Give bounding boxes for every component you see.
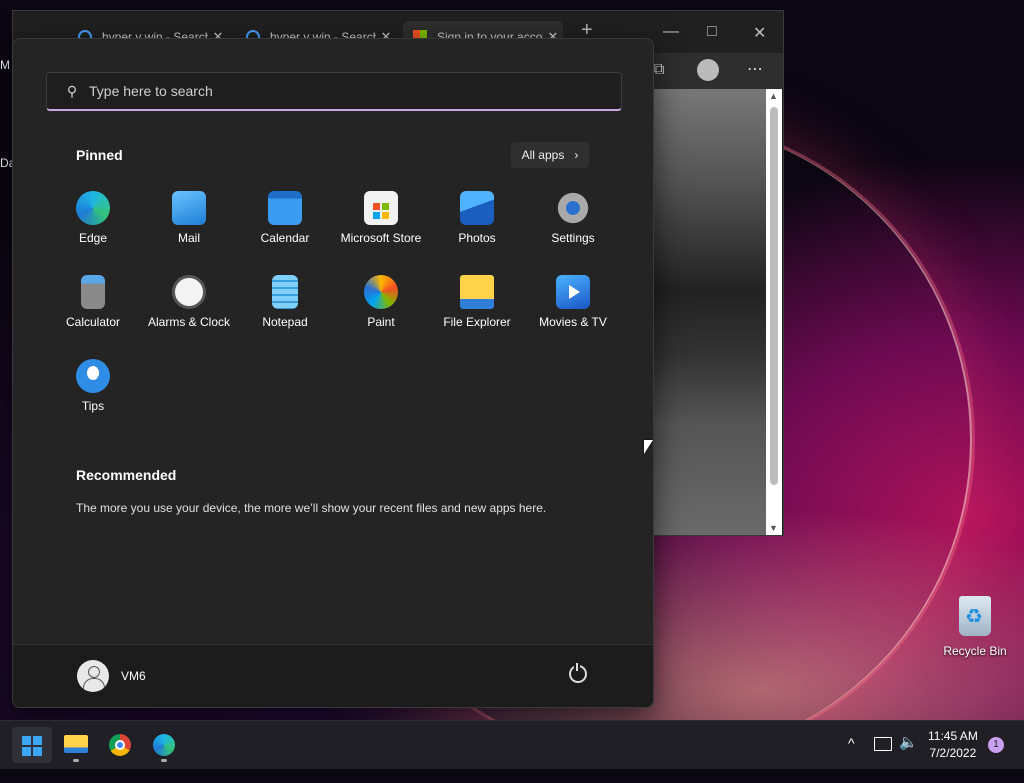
tips-icon: [76, 359, 110, 393]
edge-icon: [76, 191, 110, 225]
search-input[interactable]: [87, 82, 571, 100]
app-label: Calendar: [260, 231, 310, 245]
search-icon: ⚲: [66, 82, 78, 99]
pinned-app-movies-tv[interactable]: Movies & TV: [525, 261, 621, 333]
tray-chevron-icon[interactable]: ^: [848, 735, 855, 783]
profile-icon[interactable]: [697, 59, 719, 81]
start-menu: ⚲ Pinned All apps › Edge Mail Calendar M…: [12, 38, 654, 708]
start-menu-footer: VM6: [13, 644, 653, 707]
taskbar: ^ 🔈 11:45 AM 7/2/2022 1: [0, 720, 1024, 769]
app-label: Tips: [81, 399, 105, 413]
user-name: VM6: [121, 669, 146, 683]
pinned-app-photos[interactable]: Photos: [429, 177, 525, 249]
scroll-up-icon[interactable]: ▲: [769, 91, 778, 101]
close-window-icon[interactable]: ✕: [753, 23, 766, 43]
settings-icon: [556, 191, 590, 225]
clock-icon: [172, 275, 206, 309]
scrollbar-thumb[interactable]: [770, 107, 778, 485]
app-label: Edge: [78, 231, 108, 245]
clock-time: 11:45 AM: [928, 729, 978, 743]
clock-date: 7/2/2022: [929, 746, 977, 760]
maximize-icon[interactable]: □: [707, 23, 717, 41]
collections-icon[interactable]: ⧉: [653, 61, 664, 79]
pinned-app-microsoft-store[interactable]: Microsoft Store: [333, 177, 429, 249]
calendar-icon: [268, 191, 302, 225]
mouse-cursor-icon: [644, 440, 653, 454]
recycle-bin-shortcut[interactable]: Recycle Bin: [940, 596, 1010, 658]
taskbar-chrome[interactable]: [100, 727, 140, 763]
recycle-bin-label: Recycle Bin: [943, 644, 1007, 658]
desktop-edge-text: M: [0, 58, 10, 72]
network-icon[interactable]: [874, 737, 892, 751]
store-icon: [364, 191, 398, 225]
recommended-empty-text: The more you use your device, the more w…: [76, 501, 547, 515]
all-apps-label: All apps: [521, 148, 565, 162]
folder-icon: [460, 275, 494, 309]
pinned-app-alarms-clock[interactable]: Alarms & Clock: [141, 261, 237, 333]
app-label: Photos: [458, 231, 496, 245]
minimize-icon[interactable]: —: [663, 23, 679, 41]
app-label: Paint: [367, 315, 395, 329]
power-icon[interactable]: [569, 663, 587, 683]
taskbar-edge[interactable]: [144, 727, 184, 763]
recycle-bin-icon: [959, 596, 991, 636]
pinned-title: Pinned: [76, 147, 123, 163]
windows-logo-icon: [22, 736, 42, 756]
vertical-scrollbar[interactable]: ▲ ▼: [766, 89, 782, 535]
pinned-app-edge[interactable]: Edge: [45, 177, 141, 249]
app-label: Calculator: [65, 315, 121, 329]
edge-icon: [153, 734, 175, 756]
app-label: Notepad: [262, 315, 308, 329]
page-content-image: [654, 89, 766, 535]
all-apps-button[interactable]: All apps ›: [511, 142, 589, 168]
taskbar-file-explorer[interactable]: [56, 727, 96, 763]
scroll-down-icon[interactable]: ▼: [769, 523, 778, 533]
pinned-app-mail[interactable]: Mail: [141, 177, 237, 249]
mail-icon: [172, 191, 206, 225]
more-options-icon[interactable]: ⋯: [747, 59, 763, 79]
notepad-icon: [272, 275, 298, 309]
pinned-app-calculator[interactable]: Calculator: [45, 261, 141, 333]
chevron-right-icon: ›: [574, 148, 579, 162]
pinned-app-file-explorer[interactable]: File Explorer: [429, 261, 525, 333]
app-label: Microsoft Store: [340, 231, 422, 245]
paint-icon: [364, 275, 398, 309]
app-label: Alarms & Clock: [147, 315, 230, 329]
avatar: [77, 660, 109, 692]
pinned-app-paint[interactable]: Paint: [333, 261, 429, 333]
pinned-app-notepad[interactable]: Notepad: [237, 261, 333, 333]
calculator-icon: [81, 275, 105, 309]
user-account-button[interactable]: VM6: [77, 660, 146, 692]
app-label: File Explorer: [443, 315, 511, 329]
start-button[interactable]: [12, 727, 52, 763]
app-label: Movies & TV: [539, 315, 607, 329]
pinned-app-tips[interactable]: Tips: [45, 345, 141, 417]
start-search-box[interactable]: ⚲: [46, 72, 622, 111]
folder-icon: [64, 735, 88, 753]
pinned-app-calendar[interactable]: Calendar: [237, 177, 333, 249]
chrome-icon: [109, 734, 131, 756]
notification-badge[interactable]: 1: [988, 737, 1004, 753]
photos-icon: [460, 191, 494, 225]
movies-icon: [556, 275, 590, 309]
taskbar-clock[interactable]: 11:45 AM 7/2/2022: [928, 728, 978, 762]
pinned-app-settings[interactable]: Settings: [525, 177, 621, 249]
recommended-title: Recommended: [76, 467, 177, 483]
app-label: Mail: [177, 231, 200, 245]
volume-icon[interactable]: 🔈: [899, 733, 918, 781]
app-label: Settings: [551, 231, 595, 245]
